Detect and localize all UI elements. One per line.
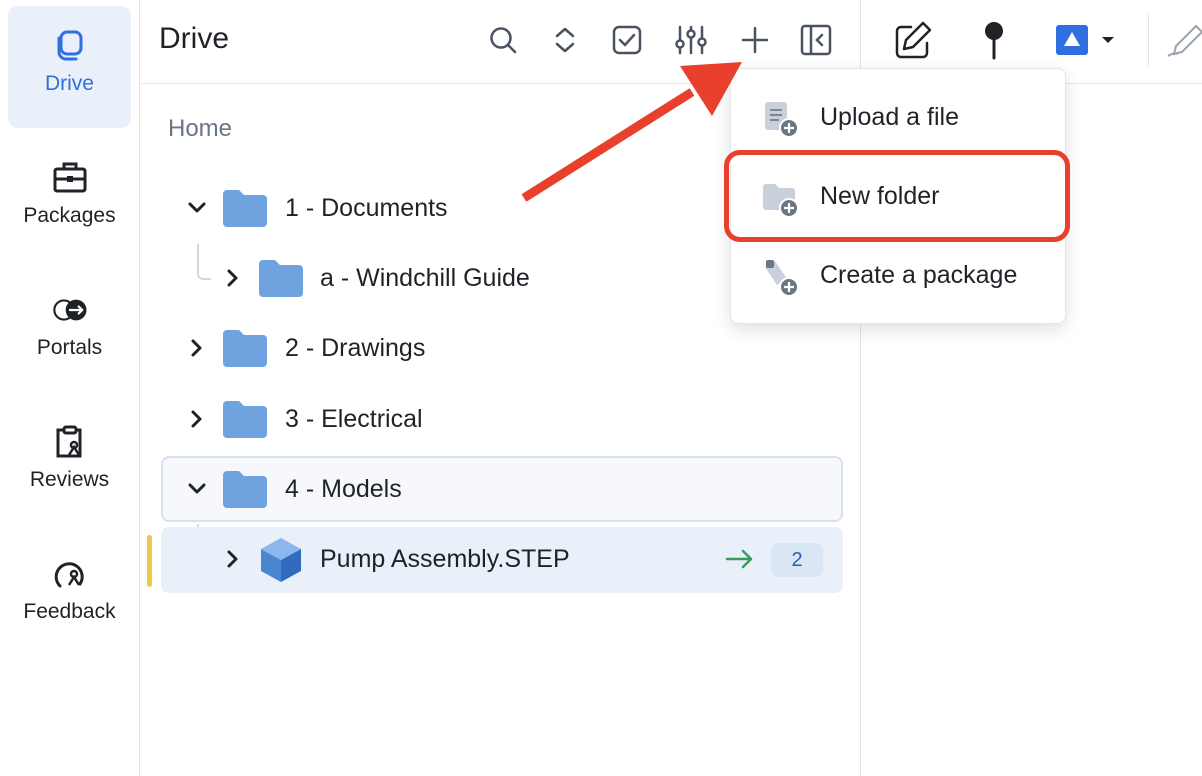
arrow-right-icon	[725, 549, 753, 569]
expand-collapse-icon	[555, 27, 575, 53]
expand-collapse-button[interactable]	[545, 20, 585, 60]
folder-icon	[223, 330, 267, 367]
chevron-down-icon[interactable]	[185, 477, 209, 501]
breadcrumb[interactable]: Home	[168, 115, 232, 143]
rail-item-packages[interactable]: Packages	[8, 138, 131, 260]
markup-button[interactable]	[1162, 18, 1202, 62]
tree-row[interactable]: 4 - Models	[161, 456, 843, 522]
version-badge[interactable]: 2	[771, 543, 823, 577]
feedback-icon	[50, 554, 90, 594]
portal-icon	[50, 290, 90, 330]
create-package-icon	[765, 260, 799, 297]
rail-item-label: Feedback	[23, 600, 116, 623]
plus-icon	[741, 26, 769, 54]
pin-button[interactable]	[972, 18, 1016, 62]
page-title: Drive	[159, 22, 230, 55]
rail-item-reviews[interactable]: Reviews	[8, 402, 131, 524]
rail-item-drive[interactable]: Drive	[8, 6, 131, 128]
chevron-down-icon[interactable]	[185, 196, 209, 220]
folder-icon	[223, 471, 267, 508]
tree-row-label: 2 - Drawings	[285, 334, 426, 362]
search-button[interactable]	[483, 20, 523, 60]
collapse-panel-button[interactable]	[796, 20, 836, 60]
filter-sliders-icon	[675, 25, 707, 55]
tree-row[interactable]: 2 - Drawings	[161, 316, 843, 382]
shape-dropdown-button[interactable]	[1052, 18, 1122, 62]
menu-item-create-package[interactable]: Create a package	[731, 241, 1067, 311]
rail-item-label: Drive	[44, 72, 94, 95]
highlight-box	[724, 150, 1070, 242]
folder-icon	[259, 260, 303, 297]
pin-icon	[985, 22, 1003, 60]
tree-row-label: 4 - Models	[285, 475, 402, 503]
clipboard-icon	[50, 422, 90, 462]
rail-item-feedback[interactable]: Feedback	[8, 534, 131, 656]
tree-row[interactable]: 3 - Electrical	[161, 387, 843, 453]
chevron-right-icon[interactable]	[221, 547, 245, 571]
menu-item-label: Upload a file	[820, 103, 959, 131]
tree-row-label: Pump Assembly.STEP	[320, 545, 570, 573]
folder-icon	[223, 401, 267, 438]
tree-row-label: 1 - Documents	[285, 194, 448, 222]
select-mode-button[interactable]	[607, 20, 647, 60]
rail-item-label: Packages	[23, 204, 116, 227]
toolbar-divider	[1148, 14, 1149, 66]
upload-file-icon	[765, 102, 799, 138]
menu-item-upload-file[interactable]: Upload a file	[731, 83, 1067, 153]
rail-item-portals[interactable]: Portals	[8, 270, 131, 392]
chevron-right-icon[interactable]	[185, 336, 209, 360]
checkbox-icon	[612, 25, 642, 55]
briefcase-icon	[50, 158, 90, 198]
left-rail: Drive Packages Portals Reviews Feedback	[0, 0, 140, 776]
tree-row-label: a - Windchill Guide	[320, 264, 530, 292]
search-icon	[490, 27, 517, 54]
folder-icon	[223, 190, 267, 227]
edit-button[interactable]	[892, 18, 936, 62]
chevron-right-icon[interactable]	[185, 407, 209, 431]
filter-button[interactable]	[671, 20, 711, 60]
menu-item-label: Create a package	[820, 261, 1018, 289]
cube-model-icon	[261, 538, 301, 582]
tree-row-label: 3 - Electrical	[285, 405, 423, 433]
tree-row[interactable]: Pump Assembly.STEP 2	[161, 527, 843, 593]
chevron-right-icon[interactable]	[221, 266, 245, 290]
rail-item-label: Portals	[36, 336, 103, 359]
drive-icon	[50, 26, 90, 66]
rail-item-label: Reviews	[29, 468, 110, 491]
triangle-shape-icon	[1056, 25, 1114, 55]
sidebar-collapse-icon	[800, 24, 832, 56]
row-indicator	[147, 535, 152, 587]
pencil-square-icon	[895, 21, 932, 59]
pen-icon	[1167, 24, 1202, 57]
add-button[interactable]	[735, 20, 775, 60]
